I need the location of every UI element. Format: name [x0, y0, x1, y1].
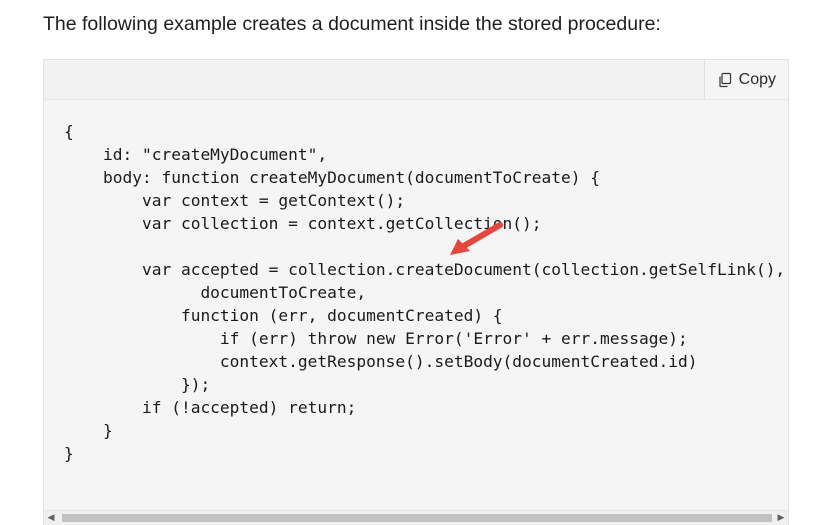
copy-button-label: Copy	[738, 70, 776, 88]
code-content: { id: "createMyDocument", body: function…	[64, 120, 785, 465]
intro-paragraph: The following example creates a document…	[43, 13, 661, 35]
scrollbar-thumb[interactable]	[62, 514, 772, 522]
code-line: context.getResponse().setBody(documentCr…	[64, 352, 698, 371]
chevron-right-icon[interactable]: ▶	[774, 511, 788, 525]
code-line: body: function createMyDocument(document…	[64, 168, 601, 187]
code-line: }	[64, 444, 74, 463]
code-line: documentToCreate,	[64, 283, 367, 302]
code-line: if (err) throw new Error('Error' + err.m…	[64, 329, 688, 348]
copy-button[interactable]: Copy	[703, 60, 788, 99]
copy-icon	[717, 72, 733, 88]
code-line: id: "createMyDocument",	[64, 145, 328, 164]
code-line: {	[64, 122, 74, 141]
code-line: var accepted = collection.createDocument…	[64, 260, 786, 279]
code-line: });	[64, 375, 211, 394]
code-line: var collection = context.getCollection()…	[64, 214, 542, 233]
code-line: if (!accepted) return;	[64, 398, 357, 417]
code-line: }	[64, 421, 113, 440]
horizontal-scrollbar[interactable]: ◀ ▶	[44, 510, 788, 525]
code-line: var context = getContext();	[64, 191, 406, 210]
code-block: Copy { id: "createMyDocument", body: fun…	[43, 59, 789, 525]
chevron-left-icon[interactable]: ◀	[44, 511, 58, 525]
code-line: function (err, documentCreated) {	[64, 306, 503, 325]
code-header: Copy	[44, 60, 788, 100]
